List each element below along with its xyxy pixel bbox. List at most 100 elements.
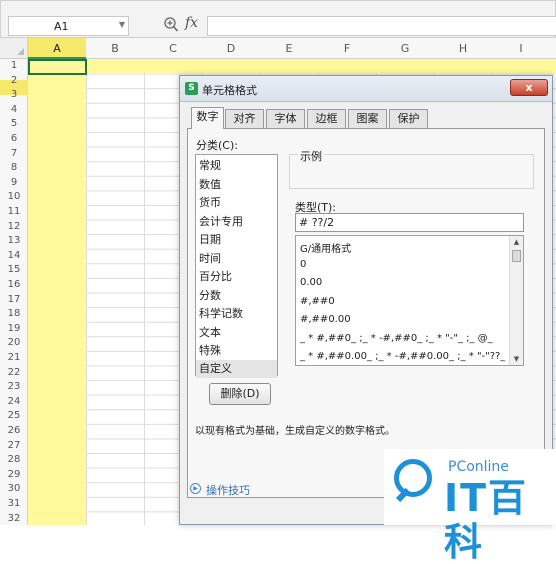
format-item[interactable]: 0 — [300, 259, 505, 270]
column-header[interactable]: A — [28, 42, 86, 55]
row-header[interactable]: 13 — [0, 235, 28, 246]
row-header[interactable]: 23 — [0, 381, 28, 392]
dialog-titlebar[interactable]: S 单元格格式 x — [180, 76, 552, 102]
column-header[interactable]: B — [86, 42, 144, 55]
active-cell-a1[interactable] — [28, 59, 87, 75]
category-label: 分类(C): — [196, 139, 238, 152]
column-headers: ABCDEFGHI — [0, 38, 556, 59]
row-header[interactable]: 21 — [0, 352, 28, 363]
row-header[interactable]: 14 — [0, 250, 28, 261]
row-header[interactable]: 2 — [0, 75, 28, 86]
category-item-custom[interactable]: 自定义 — [196, 360, 277, 378]
row-header[interactable]: 30 — [0, 483, 28, 494]
column-header[interactable]: F — [318, 42, 376, 55]
column-header[interactable]: H — [434, 42, 492, 55]
row-header[interactable]: 3 — [0, 89, 28, 100]
row-header[interactable]: 4 — [0, 104, 28, 115]
formula-input[interactable] — [207, 16, 556, 36]
row-header[interactable]: 8 — [0, 162, 28, 173]
scroll-up-icon[interactable]: ▲ — [510, 236, 523, 248]
row-headers: 1 2 3 4 5 6 7 8 9 10 11 12 13 14 15 16 17 18 19 20 21 22 23 24 2… — [0, 59, 28, 525]
wps-app-icon: S — [185, 82, 198, 95]
watermark-small-text: PConline — [448, 459, 509, 475]
row-header[interactable]: 1 — [0, 60, 28, 71]
scroll-down-icon[interactable]: ▼ — [510, 353, 523, 365]
row-header[interactable]: 28 — [0, 454, 28, 465]
row-header[interactable]: 24 — [0, 396, 28, 407]
row-header[interactable]: 32 — [0, 513, 28, 524]
row-header[interactable]: 17 — [0, 294, 28, 305]
format-item[interactable]: G/通用格式 — [300, 240, 505, 255]
column-header[interactable]: C — [144, 42, 202, 55]
row-header[interactable]: 10 — [0, 191, 28, 202]
number-tab-panel: 分类(C): 常规 数值 货币 会计专用 日期 时间 百分比 分数 科学记数 文… — [187, 128, 545, 498]
category-item-text[interactable]: 文本 — [196, 324, 277, 342]
row-header[interactable]: 7 — [0, 148, 28, 159]
category-item-fraction[interactable]: 分数 — [196, 287, 277, 305]
column-header[interactable]: G — [376, 42, 434, 55]
format-list-scrollbar[interactable]: ▲ ▼ — [509, 236, 523, 365]
row-header[interactable]: 6 — [0, 133, 28, 144]
category-list[interactable]: 常规 数值 货币 会计专用 日期 时间 百分比 分数 科学记数 文本 特殊 自定… — [195, 154, 278, 378]
name-box-value: A1 — [54, 20, 69, 33]
row-header[interactable]: 19 — [0, 323, 28, 334]
row-header[interactable]: 18 — [0, 308, 28, 319]
scroll-thumb[interactable] — [512, 250, 521, 262]
tips-label[interactable]: 操作技巧 — [206, 482, 250, 498]
category-item-accounting[interactable]: 会计专用 — [196, 213, 277, 231]
row-header[interactable]: 11 — [0, 206, 28, 217]
column-a-highlight — [28, 59, 86, 525]
row-header[interactable]: 5 — [0, 118, 28, 129]
format-item[interactable]: _ * #,##0_ ;_ * -#,##0_ ;_ * "-"_ ;_ @_ — [300, 333, 505, 344]
sample-label: 示例 — [298, 148, 324, 164]
row-header[interactable]: 15 — [0, 264, 28, 275]
tab-alignment[interactable]: 对齐 — [225, 109, 264, 128]
category-item-date[interactable]: 日期 — [196, 231, 277, 249]
format-item[interactable]: 0.00 — [300, 277, 505, 288]
delete-button[interactable]: 删除(D) — [209, 383, 271, 405]
column-header[interactable]: I — [492, 42, 550, 55]
formula-bar: A1 ▼ fx — [0, 0, 556, 38]
row-header[interactable]: 26 — [0, 425, 28, 436]
tab-protection[interactable]: 保护 — [389, 109, 428, 128]
logo-ring-icon — [394, 459, 432, 497]
row-header[interactable]: 22 — [0, 367, 28, 378]
tab-number[interactable]: 数字 — [191, 107, 224, 129]
category-item-number[interactable]: 数值 — [196, 176, 277, 194]
name-box[interactable]: A1 ▼ — [8, 16, 129, 36]
close-button[interactable]: x — [510, 79, 548, 96]
row-header[interactable]: 29 — [0, 469, 28, 480]
fx-icon[interactable]: fx — [185, 15, 198, 31]
sample-group: 示例 — [289, 148, 534, 189]
row-header[interactable]: 27 — [0, 440, 28, 451]
tab-font[interactable]: 字体 — [266, 109, 305, 128]
tab-border[interactable]: 边框 — [307, 109, 346, 128]
category-item-percentage[interactable]: 百分比 — [196, 268, 277, 286]
format-list[interactable]: G/通用格式 0 0.00 #,##0 #,##0.00 _ * #,##0_ … — [295, 235, 524, 366]
play-icon: ▶ — [190, 483, 201, 494]
tab-pattern[interactable]: 图案 — [348, 109, 387, 128]
category-item-time[interactable]: 时间 — [196, 250, 277, 268]
row-header[interactable]: 20 — [0, 337, 28, 348]
format-item[interactable]: _ * #,##0.00_ ;_ * -#,##0.00_ ;_ * "-"??… — [300, 351, 505, 362]
row-header[interactable]: 16 — [0, 279, 28, 290]
pconline-watermark: PConline IT百科 — [384, 449, 556, 564]
column-header[interactable]: E — [260, 42, 318, 55]
select-all-corner[interactable] — [0, 38, 28, 59]
watermark-big-text: IT百科 — [444, 476, 529, 564]
row-header[interactable]: 12 — [0, 221, 28, 232]
zoom-icon[interactable] — [163, 16, 179, 34]
type-input[interactable]: # ??/2 — [295, 213, 524, 232]
category-item-general[interactable]: 常规 — [196, 157, 277, 175]
category-item-scientific[interactable]: 科学记数 — [196, 305, 277, 323]
format-item[interactable]: #,##0.00 — [300, 314, 505, 325]
chevron-down-icon[interactable]: ▼ — [119, 20, 125, 29]
column-header[interactable]: D — [202, 42, 260, 55]
category-item-special[interactable]: 特殊 — [196, 342, 277, 360]
row-header[interactable]: 9 — [0, 177, 28, 188]
category-item-currency[interactable]: 货币 — [196, 194, 277, 212]
format-item[interactable]: #,##0 — [300, 296, 505, 307]
row-header[interactable]: 31 — [0, 498, 28, 509]
custom-format-description: 以现有格式为基础，生成自定义的数字格式。 — [195, 426, 395, 437]
row-header[interactable]: 25 — [0, 410, 28, 421]
